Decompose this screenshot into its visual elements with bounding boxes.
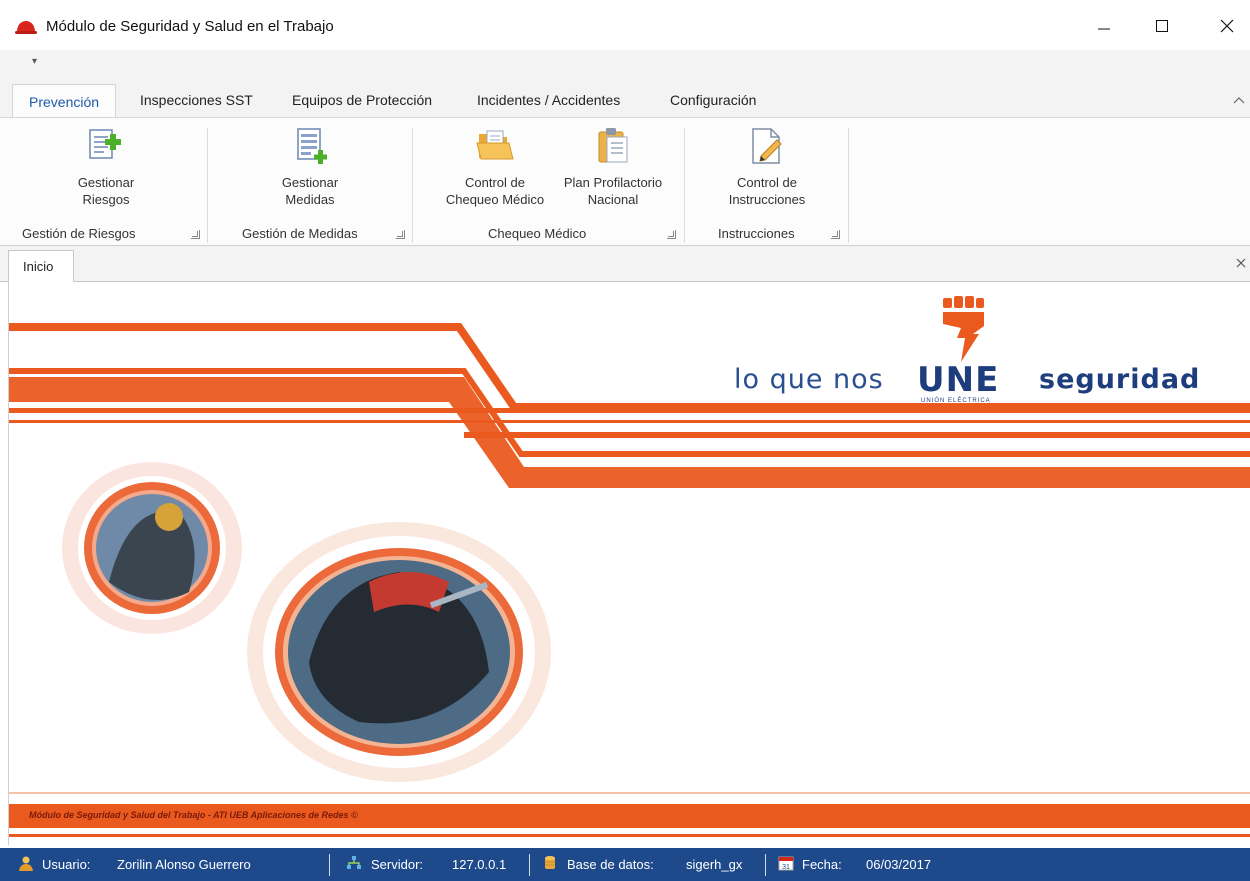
control-chequeo-label-1: Control de xyxy=(465,175,525,190)
group-instrucciones-label: Instrucciones xyxy=(718,226,795,241)
tab-incidentes-accidentes[interactable]: Incidentes / Accidentes xyxy=(477,92,620,108)
clipboard-icon xyxy=(598,128,628,163)
status-bar: Usuario: Zorilin Alonso Guerrero Servido… xyxy=(0,848,1250,881)
status-date-label: Fecha: xyxy=(802,857,842,872)
close-icon xyxy=(1220,19,1234,33)
plan-profilactorio-label-1: Plan Profilactorio xyxy=(563,175,663,190)
plan-profilactorio-button[interactable]: Plan Profilactorio Nacional xyxy=(552,126,674,208)
calendar-icon-day: 31 xyxy=(782,864,790,871)
window-title: Módulo de Seguridad y Salud en el Trabaj… xyxy=(46,18,334,35)
group-separator xyxy=(412,128,413,243)
gestionar-medidas-label-2: Medidas xyxy=(285,192,335,207)
control-instrucciones-label-1: Control de xyxy=(737,175,797,190)
control-chequeo-medico-button[interactable]: Control de Chequeo Médico xyxy=(440,126,550,208)
home-banner: lo que nos UNE UNIÓN ELÉCTRICA seguridad… xyxy=(8,282,1250,845)
document-list-add-icon xyxy=(297,128,327,164)
banner-slogan: lo que nos xyxy=(734,364,884,395)
tab-prevencion[interactable]: Prevención xyxy=(12,84,117,119)
maximize-icon xyxy=(1156,20,1168,32)
banner-footer-line xyxy=(9,834,1250,837)
tab-equipos-proteccion[interactable]: Equipos de Protección xyxy=(292,92,432,108)
banner-word: seguridad xyxy=(1039,364,1201,395)
document-tab-strip: Inicio xyxy=(0,246,1250,283)
group-chequeo-medico-label: Chequeo Médico xyxy=(488,226,587,241)
tab-configuracion[interactable]: Configuración xyxy=(670,92,756,108)
collapse-ribbon-icon[interactable] xyxy=(1233,92,1245,107)
group-gestion-riesgos-launcher-icon[interactable] xyxy=(191,230,200,239)
gestionar-medidas-label-1: Gestionar xyxy=(281,175,339,190)
status-user-label: Usuario: xyxy=(42,857,91,872)
status-user-value: Zorilin Alonso Guerrero xyxy=(117,857,251,872)
edit-document-icon xyxy=(752,128,782,164)
une-fist-logo xyxy=(943,296,984,362)
status-db-value: sigerh_gx xyxy=(686,857,743,872)
status-server-label: Servidor: xyxy=(371,857,424,872)
control-instrucciones-label-2: Instrucciones xyxy=(728,192,806,207)
status-date-value: 06/03/2017 xyxy=(866,857,932,872)
doc-tab-inicio[interactable]: Inicio xyxy=(8,250,74,283)
status-separator xyxy=(329,854,330,876)
maximize-button[interactable] xyxy=(1139,8,1185,44)
group-instrucciones-launcher-icon[interactable] xyxy=(831,230,840,239)
user-icon xyxy=(19,856,33,871)
minimize-button[interactable] xyxy=(1081,8,1127,44)
control-chequeo-label-2: Chequeo Médico xyxy=(445,192,545,207)
banner-footer-text: Módulo de Seguridad y Salud del Trabajo … xyxy=(29,810,358,820)
calendar-icon: 31 xyxy=(778,856,794,871)
server-network-icon xyxy=(347,856,361,869)
hard-hat-icon xyxy=(15,21,37,34)
gestionar-riesgos-button[interactable]: Gestionar Riesgos xyxy=(56,126,156,208)
status-server-value: 127.0.0.1 xyxy=(452,857,507,872)
plan-profilactorio-label-2: Nacional xyxy=(587,192,639,207)
group-separator xyxy=(848,128,849,243)
title-bar: Módulo de Seguridad y Salud en el Trabaj… xyxy=(0,0,1250,50)
minimize-icon xyxy=(1098,28,1110,30)
ribbon-tabs: Prevención Inspecciones SST Equipos de P… xyxy=(0,84,1250,119)
quick-access-toolbar: ▾ xyxy=(0,50,1250,84)
gestionar-medidas-button[interactable]: Gestionar Medidas xyxy=(260,126,360,208)
gestionar-riesgos-label-1: Gestionar xyxy=(77,175,135,190)
close-button[interactable] xyxy=(1204,8,1250,44)
banner-brand-sub: UNIÓN ELÉCTRICA xyxy=(921,398,991,404)
status-separator xyxy=(529,854,530,876)
database-icon xyxy=(545,856,555,869)
gestionar-riesgos-label-2: Riesgos xyxy=(82,192,130,207)
group-gestion-medidas-launcher-icon[interactable] xyxy=(396,230,405,239)
quick-access-menu-button[interactable]: ▾ xyxy=(32,56,37,67)
tab-inspecciones-sst[interactable]: Inspecciones SST xyxy=(140,92,253,108)
group-separator xyxy=(207,128,208,243)
doc-close-icon[interactable] xyxy=(1236,256,1246,271)
group-chequeo-medico-launcher-icon[interactable] xyxy=(667,230,676,239)
banner-brand: UNE xyxy=(917,360,1000,400)
ribbon-panel: Gestionar Riesgos Gestión de Riesgos Ges… xyxy=(0,117,1250,246)
document-add-icon xyxy=(89,129,121,159)
group-gestion-riesgos-label: Gestión de Riesgos xyxy=(22,226,136,241)
group-separator xyxy=(684,128,685,243)
status-separator xyxy=(765,854,766,876)
folder-open-icon xyxy=(476,130,514,160)
group-gestion-medidas-label: Gestión de Medidas xyxy=(242,226,358,241)
status-db-label: Base de datos: xyxy=(567,857,654,872)
control-instrucciones-button[interactable]: Control de Instrucciones xyxy=(712,126,822,208)
